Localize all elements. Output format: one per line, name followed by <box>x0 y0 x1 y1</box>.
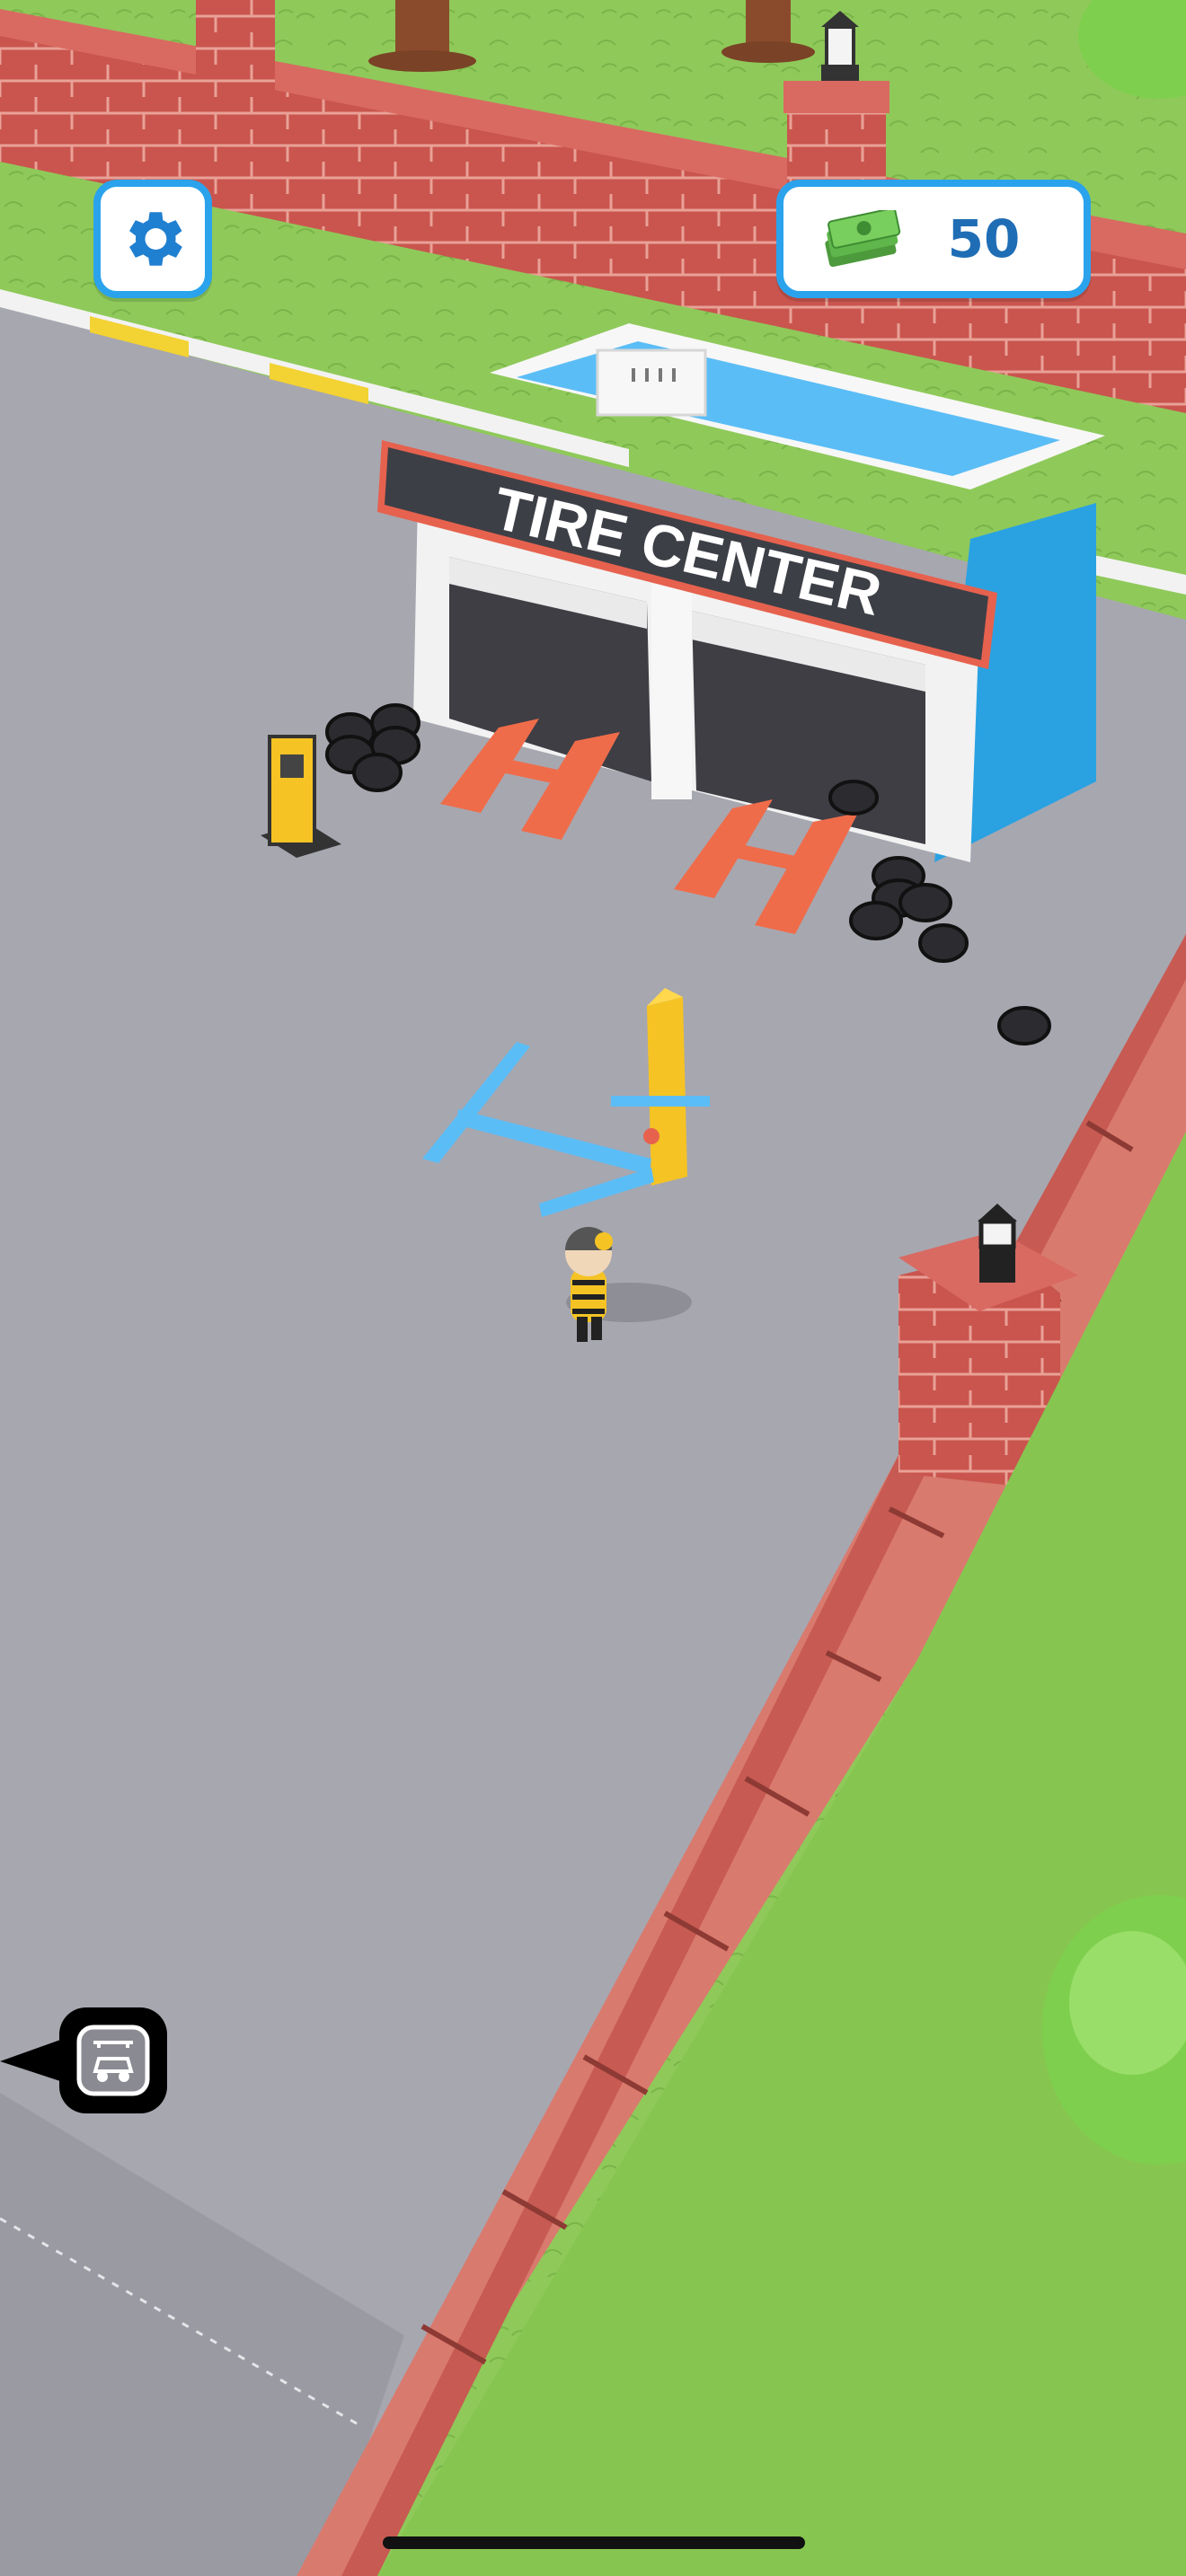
home-indicator[interactable] <box>383 2536 805 2549</box>
money-counter: 50 <box>776 180 1091 298</box>
game-scene: TIRE CENTER <box>0 0 1186 2576</box>
settings-button[interactable] <box>93 180 212 298</box>
tire <box>828 780 879 816</box>
tire <box>997 1006 1051 1045</box>
money-amount: 50 <box>947 208 1021 269</box>
cash-stack-icon <box>825 210 901 268</box>
gear-icon <box>129 212 182 266</box>
wall-pillar <box>196 0 275 189</box>
